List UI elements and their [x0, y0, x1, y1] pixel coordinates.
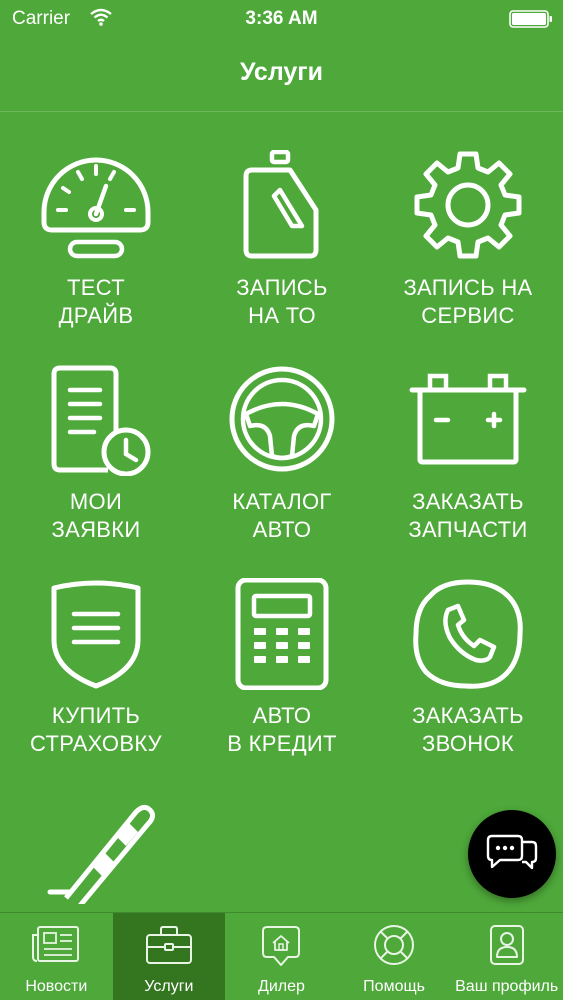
- clock: 3:36 AM: [245, 8, 318, 29]
- steering-wheel-icon: [229, 366, 335, 472]
- page-title: Услуги: [239, 58, 324, 86]
- chat-button[interactable]: [468, 810, 556, 898]
- newspaper-icon: [32, 926, 80, 962]
- shield-document-icon: [51, 580, 141, 689]
- service-label: КАТАЛОГ АВТО: [232, 489, 332, 542]
- service-label: АВТО В КРЕДИТ: [227, 703, 337, 756]
- service-label: ЗАПИСЬ НА СЕРВИС: [403, 275, 533, 328]
- document-clock-icon: [51, 365, 151, 476]
- tab-help[interactable]: Помощь: [338, 913, 451, 1000]
- tab-services[interactable]: Услуги: [112, 913, 226, 1000]
- service-label: ТЕСТ ДРАЙВ: [58, 275, 134, 328]
- calculator-icon: [235, 578, 329, 690]
- service-label: ЗАКАЗАТЬ ЗВОНОК: [412, 703, 524, 756]
- tab-label: Дилер: [258, 978, 305, 995]
- service-label: КУПИТЬ СТРАХОВКУ: [30, 703, 162, 756]
- service-label: ЗАПИСЬ НА ТО: [236, 275, 328, 328]
- lifebuoy-icon: [374, 925, 415, 965]
- service-label: МОИ ЗАЯВКИ: [51, 489, 141, 542]
- tab-label: Новости: [25, 978, 88, 995]
- briefcase-icon: [145, 926, 192, 964]
- tab-dealer[interactable]: Дилер: [225, 913, 338, 1000]
- phone-icon: [413, 579, 523, 689]
- service-car-catalog[interactable]: КАТАЛОГ АВТО: [197, 364, 367, 544]
- service-test-drive[interactable]: ТЕСТ ДРАЙВ: [11, 150, 181, 330]
- tab-label: Ваш профиль: [455, 978, 559, 995]
- service-my-requests[interactable]: МОИ ЗАЯВКИ: [11, 364, 181, 544]
- tab-news[interactable]: Новости: [0, 913, 113, 1000]
- speedometer-icon: [41, 157, 151, 259]
- service-label: ЗАКАЗАТЬ ЗАПЧАСТИ: [408, 489, 528, 542]
- profile-icon: [489, 925, 524, 965]
- status-bar: Carrier 3:36 AM: [0, 0, 563, 40]
- service-workshop-booking[interactable]: ЗАПИСЬ НА СЕРВИС: [383, 150, 553, 330]
- tab-label: Услуги: [144, 978, 194, 995]
- service-maintenance-booking[interactable]: ЗАПИСЬ НА ТО: [197, 150, 367, 330]
- oil-canister-icon: [243, 150, 319, 259]
- battery-icon: [409, 373, 527, 465]
- service-order-parts[interactable]: ЗАКАЗАТЬ ЗАПЧАСТИ: [383, 364, 553, 544]
- service-car-loan[interactable]: АВТО В КРЕДИТ: [197, 578, 367, 758]
- header-divider: [0, 111, 563, 112]
- tab-bar: Новости Услуги Дилер Помощь Ваш профиль: [0, 912, 563, 1000]
- service-barrier[interactable]: [11, 792, 181, 904]
- chat-bubbles-icon: [486, 834, 538, 870]
- tab-profile[interactable]: Ваш профиль: [450, 913, 563, 1000]
- tab-label: Помощь: [363, 978, 425, 995]
- location-pin-icon: [262, 926, 301, 966]
- service-buy-insurance[interactable]: КУПИТЬ СТРАХОВКУ: [11, 578, 181, 758]
- barrier-pole-icon: [47, 804, 156, 904]
- service-request-call[interactable]: ЗАКАЗАТЬ ЗВОНОК: [383, 578, 553, 758]
- battery-status-icon: [509, 10, 552, 28]
- gear-icon: [414, 151, 522, 259]
